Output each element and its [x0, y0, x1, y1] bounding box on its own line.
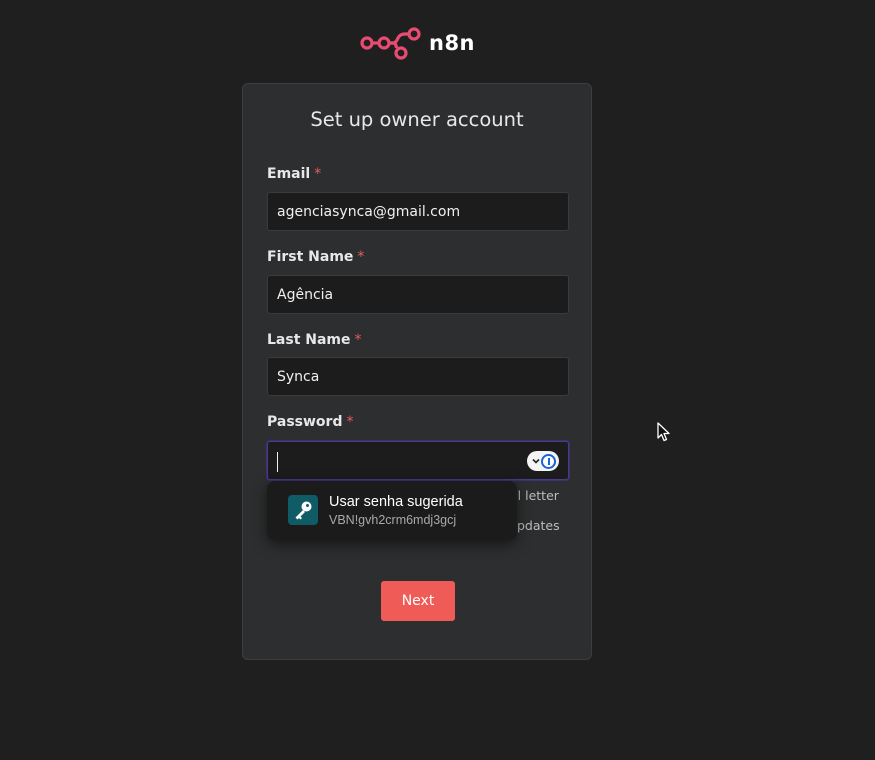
page-title: Set up owner account — [310, 108, 524, 131]
required-marker: * — [354, 332, 362, 348]
mouse-cursor-icon — [657, 422, 670, 442]
password-label: Password * — [267, 414, 353, 430]
first-name-field[interactable] — [267, 275, 569, 314]
n8n-logo-icon — [360, 27, 421, 60]
password-label-text: Password — [267, 414, 343, 430]
last-name-label-text: Last Name — [267, 332, 351, 348]
updates-hint-partial: pdates — [517, 518, 560, 533]
password-manager-icon — [541, 453, 556, 469]
brand-name: n8n — [429, 31, 476, 55]
key-icon — [288, 495, 318, 525]
last-name-field[interactable] — [267, 357, 569, 396]
first-name-label: First Name * — [267, 249, 364, 265]
first-name-label-text: First Name — [267, 249, 354, 265]
last-name-label: Last Name * — [267, 332, 362, 348]
n8n-logo: n8n — [359, 26, 475, 60]
owner-setup-card: Set up owner account Email* First Name* … — [242, 83, 592, 660]
required-marker: * — [314, 166, 322, 182]
suggested-password-popup[interactable]: Usar senha sugerida VBN!gvh2crm6mdj3gcj — [267, 481, 517, 540]
password-manager-button[interactable] — [527, 451, 559, 471]
password-hint-partial: al letter — [510, 488, 559, 503]
next-button[interactable]: Next — [381, 581, 455, 621]
password-field[interactable] — [267, 441, 569, 480]
required-marker: * — [357, 249, 365, 265]
suggested-password: VBN!gvh2crm6mdj3gcj — [329, 513, 457, 527]
email-field[interactable] — [267, 192, 569, 231]
required-marker: * — [346, 414, 354, 430]
text-caret — [277, 452, 278, 472]
email-label: Email * — [267, 166, 321, 182]
suggestion-title: Usar senha sugerida — [329, 494, 463, 510]
email-label-text: Email — [267, 166, 311, 182]
chevron-down-icon — [532, 458, 540, 464]
